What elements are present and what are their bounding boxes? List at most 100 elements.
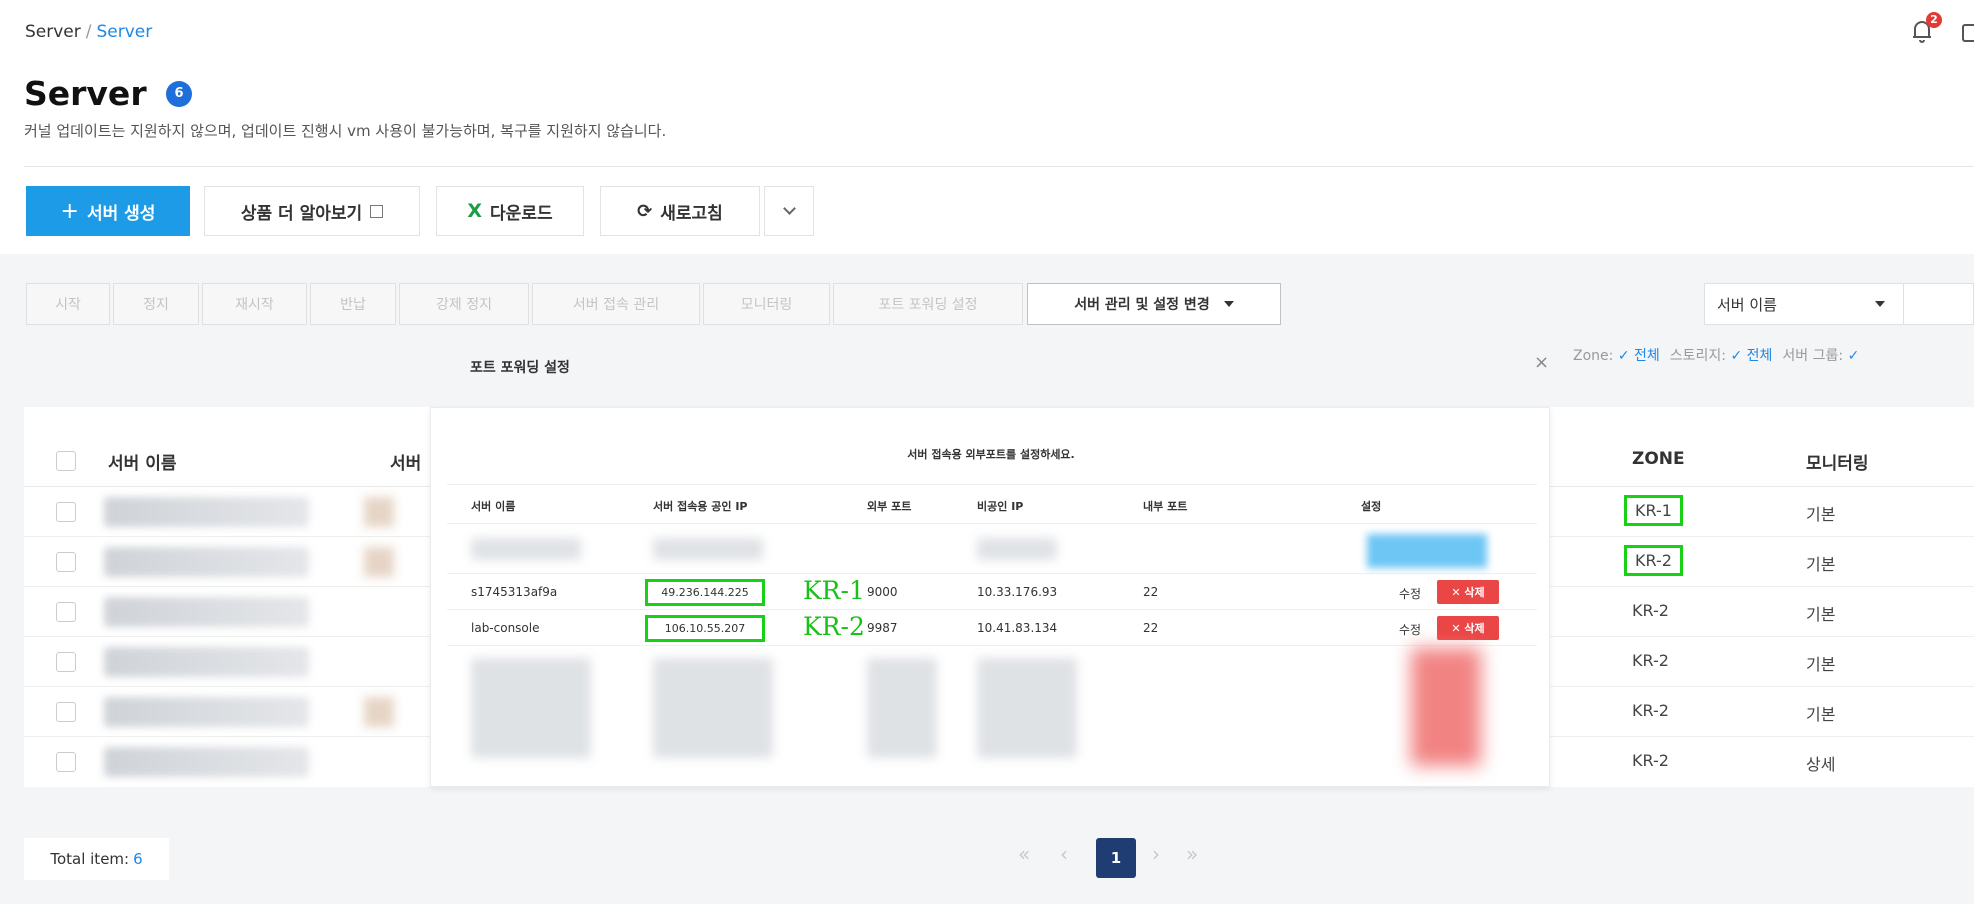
close-icon[interactable]: × xyxy=(1534,352,1549,373)
column-header-zone[interactable]: ZONE xyxy=(1632,449,1685,469)
column-header-server[interactable]: 서버 xyxy=(390,449,421,474)
current-page-button[interactable]: 1 xyxy=(1096,838,1136,878)
redacted-server-name xyxy=(104,547,309,577)
row-checkbox[interactable] xyxy=(56,502,76,522)
more-options-button[interactable] xyxy=(764,186,814,236)
manage-settings-dropdown[interactable]: 서버 관리 및 설정 변경 xyxy=(1027,283,1281,325)
filter-zone-label: Zone: xyxy=(1573,348,1614,364)
filter-server-group[interactable]: 서버 그룹: ✓ xyxy=(1782,345,1859,365)
delete-button[interactable]: ✕ 삭제 xyxy=(1437,580,1499,604)
page-title: Server xyxy=(24,74,147,113)
panel-icon[interactable] xyxy=(1962,24,1974,42)
private-ip-cell: 10.33.176.93 xyxy=(977,585,1058,599)
modal-table-header: 서버 이름 서버 접속용 공인 IP 외부 포트 비공인 IP 내부 포트 설정 xyxy=(447,484,1537,524)
column-header-monitoring[interactable]: 모니터링 xyxy=(1806,449,1869,474)
internal-port-cell: 22 xyxy=(1143,621,1159,635)
modal-col-name: 서버 이름 xyxy=(471,500,516,513)
zone-cell: KR-2 xyxy=(1632,701,1669,720)
redacted-cell xyxy=(977,538,1057,560)
row-checkbox[interactable] xyxy=(56,552,76,572)
filter-zone-value: 전체 xyxy=(1634,348,1660,364)
redacted-block xyxy=(471,658,591,758)
monitoring-cell: 기본 xyxy=(1806,655,1836,674)
create-server-button[interactable]: + 서버 생성 xyxy=(26,186,190,236)
manage-settings-label: 서버 관리 및 설정 변경 xyxy=(1074,297,1210,313)
row-checkbox[interactable] xyxy=(56,652,76,672)
edit-link[interactable]: 수정 xyxy=(1399,585,1421,602)
chevron-down-icon xyxy=(782,202,796,215)
first-page-icon[interactable]: « xyxy=(1018,842,1030,866)
external-port-cell: 9000 xyxy=(867,585,898,599)
public-ip-cell: 49.236.144.225 xyxy=(645,579,765,606)
external-link-icon xyxy=(370,204,384,218)
refresh-button[interactable]: ⟳ 새로고침 xyxy=(600,186,760,236)
monitoring-cell: 기본 xyxy=(1806,505,1836,524)
breadcrumb-current[interactable]: Server xyxy=(96,22,152,42)
modal-row: lab-console 106.10.55.207 KR-2 9987 10.4… xyxy=(447,610,1537,646)
public-ip-cell: 106.10.55.207 xyxy=(645,615,765,642)
access-management-button[interactable]: 서버 접속 관리 xyxy=(532,283,700,325)
download-label: 다운로드 xyxy=(490,203,553,224)
search-input[interactable] xyxy=(1904,283,1974,325)
prev-page-icon[interactable]: ‹ xyxy=(1060,842,1068,866)
learn-more-button[interactable]: 상품 더 알아보기 xyxy=(204,186,420,236)
zone-annotation: KR-2 xyxy=(803,612,865,641)
last-page-icon[interactable]: » xyxy=(1186,842,1198,866)
stop-button[interactable]: 정지 xyxy=(113,283,199,325)
redacted-server-name xyxy=(104,597,309,627)
zone-cell: KR-2 xyxy=(1632,751,1669,770)
total-items-value: 6 xyxy=(133,850,143,868)
next-page-icon[interactable]: › xyxy=(1152,842,1160,866)
redacted-server-name xyxy=(104,647,309,677)
restart-button[interactable]: 재시작 xyxy=(202,283,307,325)
search-field-select[interactable]: 서버 이름 xyxy=(1704,283,1904,325)
zone-cell: KR-1 xyxy=(1624,495,1683,526)
column-header-name[interactable]: 서버 이름 xyxy=(108,449,176,474)
learn-more-label: 상품 더 알아보기 xyxy=(240,203,363,224)
caret-down-icon xyxy=(1223,301,1234,307)
filter-storage-label: 스토리지: xyxy=(1669,348,1727,364)
row-checkbox[interactable] xyxy=(56,752,76,772)
monitoring-button[interactable]: 모니터링 xyxy=(703,283,830,325)
breadcrumb-root[interactable]: Server xyxy=(25,22,81,42)
modal-description: 서버 접속용 외부포트를 설정하세요. xyxy=(907,448,1075,461)
redacted-cell xyxy=(471,538,581,560)
force-stop-button[interactable]: 강제 정지 xyxy=(399,283,529,325)
download-button[interactable]: X 다운로드 xyxy=(436,186,584,236)
filter-zone[interactable]: Zone: ✓ 전체 xyxy=(1573,345,1660,365)
return-button[interactable]: 반납 xyxy=(310,283,396,325)
redacted-cell xyxy=(364,497,394,527)
divider xyxy=(24,166,1974,167)
notification-badge: 2 xyxy=(1926,12,1942,28)
filter-storage[interactable]: 스토리지: ✓ 전체 xyxy=(1670,345,1773,365)
search-field-label: 서버 이름 xyxy=(1717,295,1777,314)
row-checkbox[interactable] xyxy=(56,602,76,622)
page: Server / Server 2 Server 6 커널 업데이트는 지원하지 않… xyxy=(0,0,1974,904)
filter-storage-value: 전체 xyxy=(1746,348,1773,364)
modal-col-public-ip: 서버 접속용 공인 IP xyxy=(653,500,748,513)
refresh-label: 새로고침 xyxy=(660,203,723,224)
zone-cell: KR-2 xyxy=(1632,651,1669,670)
monitoring-cell: 기본 xyxy=(1806,555,1836,574)
select-all-checkbox[interactable] xyxy=(56,451,76,471)
modal-col-settings: 설정 xyxy=(1361,500,1382,513)
row-checkbox[interactable] xyxy=(56,702,76,722)
server-count-badge: 6 xyxy=(166,81,192,107)
redacted-delete-buttons xyxy=(1411,648,1481,766)
monitoring-cell: 상세 xyxy=(1806,755,1836,774)
zone-cell: KR-2 xyxy=(1624,545,1683,576)
edit-link[interactable]: 수정 xyxy=(1399,621,1421,638)
plus-icon: + xyxy=(60,198,79,224)
caret-down-icon xyxy=(1875,301,1885,307)
port-forwarding-button[interactable]: 포트 포워딩 설정 xyxy=(833,283,1023,325)
modal-col-external-port: 외부 포트 xyxy=(867,500,912,513)
redacted-button xyxy=(1367,534,1487,568)
redacted-cell xyxy=(364,547,394,577)
zone-cell: KR-2 xyxy=(1632,601,1669,620)
excel-icon: X xyxy=(467,200,483,222)
delete-button[interactable]: ✕ 삭제 xyxy=(1437,616,1499,640)
modal-col-private-ip: 비공인 IP xyxy=(977,500,1024,513)
modal-col-internal-port: 내부 포트 xyxy=(1143,500,1188,513)
start-button[interactable]: 시작 xyxy=(26,283,110,325)
private-ip-cell: 10.41.83.134 xyxy=(977,621,1058,635)
